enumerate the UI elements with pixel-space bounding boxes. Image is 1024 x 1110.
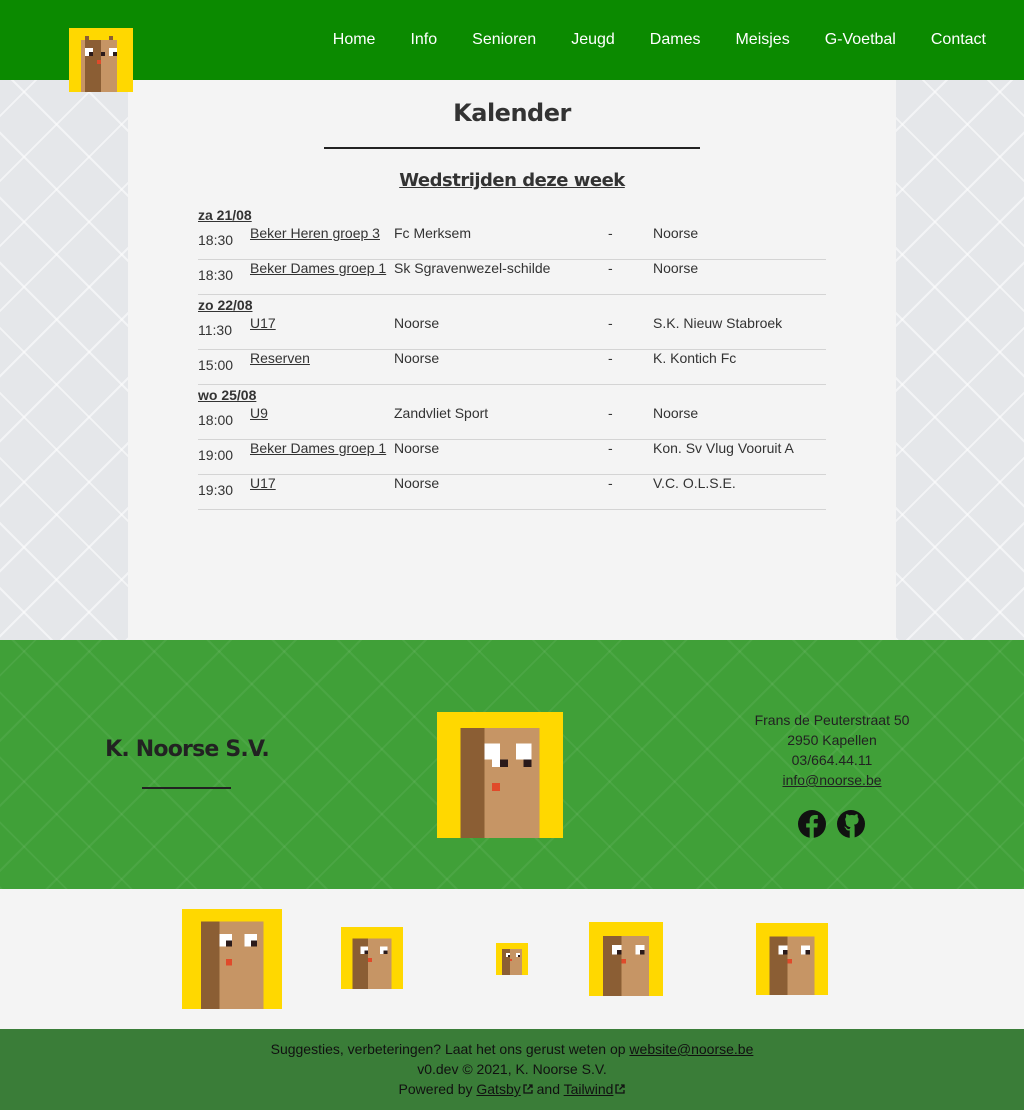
- powered-by-text: Powered by: [398, 1081, 473, 1097]
- match-home-team: Sk Sgravenwezel-schilde: [394, 260, 551, 276]
- github-icon[interactable]: [837, 810, 865, 838]
- match-row: 19:00 Beker Dames groep 1 Noorse - Kon. …: [198, 440, 826, 475]
- section-title[interactable]: Wedstrijden deze week: [128, 170, 896, 192]
- sponsor-logo-icon[interactable]: [756, 923, 828, 995]
- match-time: 19:00: [198, 447, 234, 463]
- sponsor-logo-icon[interactable]: [589, 922, 663, 996]
- match-home-team: Noorse: [394, 440, 440, 456]
- match-time: 18:30: [198, 232, 234, 248]
- day-label[interactable]: za 21/08: [198, 205, 826, 225]
- match-away-team: K. Kontich Fc: [653, 350, 737, 366]
- nav-g-voetbal[interactable]: G-Voetbal: [825, 31, 896, 49]
- site-header: Home Info Senioren Jeugd Dames Meisjes G…: [0, 0, 1024, 92]
- match-competition-link[interactable]: U17: [250, 475, 276, 491]
- social-links: [798, 810, 865, 838]
- main-nav: Home Info Senioren Jeugd Dames Meisjes G…: [333, 0, 1024, 80]
- tailwind-link-label: Tailwind: [563, 1081, 614, 1097]
- match-row: 18:30 Beker Heren groep 3 Fc Merksem - N…: [198, 225, 826, 260]
- match-separator: -: [608, 260, 613, 276]
- nav-info[interactable]: Info: [410, 31, 437, 49]
- match-schedule: za 21/08 18:30 Beker Heren groep 3 Fc Me…: [198, 205, 826, 510]
- match-competition-link[interactable]: U17: [250, 315, 276, 331]
- match-separator: -: [608, 225, 613, 241]
- gatsby-link[interactable]: Gatsby: [476, 1081, 533, 1097]
- sponsor-logo-icon[interactable]: [496, 943, 528, 975]
- nav-contact[interactable]: Contact: [931, 31, 986, 49]
- match-home-team: Zandvliet Sport: [394, 405, 489, 421]
- match-row: 18:00 U9 Zandvliet Sport - Noorse: [198, 405, 826, 440]
- contact-address: Frans de Peuterstraat 50 2950 Kapellen 0…: [712, 710, 952, 790]
- match-separator: -: [608, 315, 613, 331]
- external-link-icon: [523, 1084, 533, 1094]
- match-away-team: Kon. Sv Vlug Vooruit A: [653, 440, 794, 456]
- tailwind-link[interactable]: Tailwind: [564, 1081, 626, 1097]
- match-home-team: Noorse: [394, 350, 440, 366]
- facebook-icon[interactable]: [798, 810, 826, 838]
- day-label[interactable]: zo 22/08: [198, 295, 826, 315]
- and-text: and: [536, 1081, 560, 1097]
- main-content: Kalender Wedstrijden deze week za 21/08 …: [128, 80, 896, 640]
- match-competition-link[interactable]: U9: [250, 405, 268, 421]
- match-away-team: Noorse: [653, 260, 699, 276]
- version-line: v0.dev © 2021, K. Noorse S.V.: [417, 1061, 607, 1077]
- address-city: 2950 Kapellen: [787, 732, 877, 748]
- match-separator: -: [608, 475, 613, 491]
- match-home-team: Noorse: [394, 315, 440, 331]
- match-competition-link[interactable]: Reserven: [250, 350, 310, 366]
- match-time: 15:00: [198, 357, 234, 373]
- match-time: 19:30: [198, 482, 234, 498]
- nav-senioren[interactable]: Senioren: [472, 31, 536, 49]
- page-title: Kalender: [453, 99, 571, 127]
- club-name: K. Noorse S.V.: [105, 737, 270, 762]
- match-competition-link[interactable]: Beker Dames groep 1: [250, 260, 386, 276]
- site-footer: K. Noorse S.V. Frans de Peuterstraat 50 …: [0, 640, 1024, 889]
- match-row: 18:30 Beker Dames groep 1 Sk Sgravenweze…: [198, 260, 826, 295]
- match-row: 11:30 U17 Noorse - S.K. Nieuw Stabroek: [198, 315, 826, 350]
- match-home-team: Noorse: [394, 475, 440, 491]
- powered-by-line: Powered by Gatsby and Tailwind: [0, 1079, 1024, 1099]
- club-logo-icon: [437, 712, 563, 838]
- match-row: 15:00 Reserven Noorse - K. Kontich Fc: [198, 350, 826, 385]
- sponsor-strip: [0, 889, 1024, 1029]
- nav-meisjes[interactable]: Meisjes: [735, 31, 789, 49]
- nav-jeugd[interactable]: Jeugd: [571, 31, 615, 49]
- match-away-team: Noorse: [653, 225, 699, 241]
- sponsor-logo-icon[interactable]: [182, 909, 282, 1009]
- nav-home[interactable]: Home: [333, 31, 376, 49]
- phone-number: 03/664.44.11: [791, 752, 873, 768]
- club-logo-icon[interactable]: [69, 28, 133, 92]
- match-competition-link[interactable]: Beker Dames groep 1: [250, 440, 386, 456]
- match-time: 18:00: [198, 412, 234, 428]
- match-separator: -: [608, 405, 613, 421]
- suggestion-text: Suggesties, verbeteringen? Laat het ons …: [270, 1041, 626, 1057]
- club-name-divider: [142, 787, 231, 789]
- day-label[interactable]: wo 25/08: [198, 385, 826, 405]
- match-away-team: Noorse: [653, 405, 699, 421]
- bottom-bar: Suggesties, verbeteringen? Laat het ons …: [0, 1029, 1024, 1110]
- address-street: Frans de Peuterstraat 50: [754, 712, 910, 728]
- match-competition-link[interactable]: Beker Heren groep 3: [250, 225, 380, 241]
- title-divider: [324, 147, 700, 149]
- match-row: 19:30 U17 Noorse - V.C. O.L.S.E.: [198, 475, 826, 510]
- match-time: 11:30: [198, 322, 232, 338]
- external-link-icon: [615, 1084, 626, 1094]
- match-separator: -: [608, 350, 613, 366]
- gatsby-link-label: Gatsby: [476, 1081, 521, 1097]
- email-link[interactable]: info@noorse.be: [782, 772, 881, 788]
- nav-dames[interactable]: Dames: [650, 31, 701, 49]
- match-away-team: S.K. Nieuw Stabroek: [653, 315, 783, 331]
- sponsor-logo-icon[interactable]: [341, 927, 403, 989]
- match-away-team: V.C. O.L.S.E.: [653, 475, 736, 491]
- suggestion-line: Suggesties, verbeteringen? Laat het ons …: [0, 1039, 1024, 1059]
- match-home-team: Fc Merksem: [394, 225, 471, 241]
- match-time: 18:30: [198, 267, 234, 283]
- website-email-link[interactable]: website@noorse.be: [629, 1041, 753, 1057]
- match-separator: -: [608, 440, 613, 456]
